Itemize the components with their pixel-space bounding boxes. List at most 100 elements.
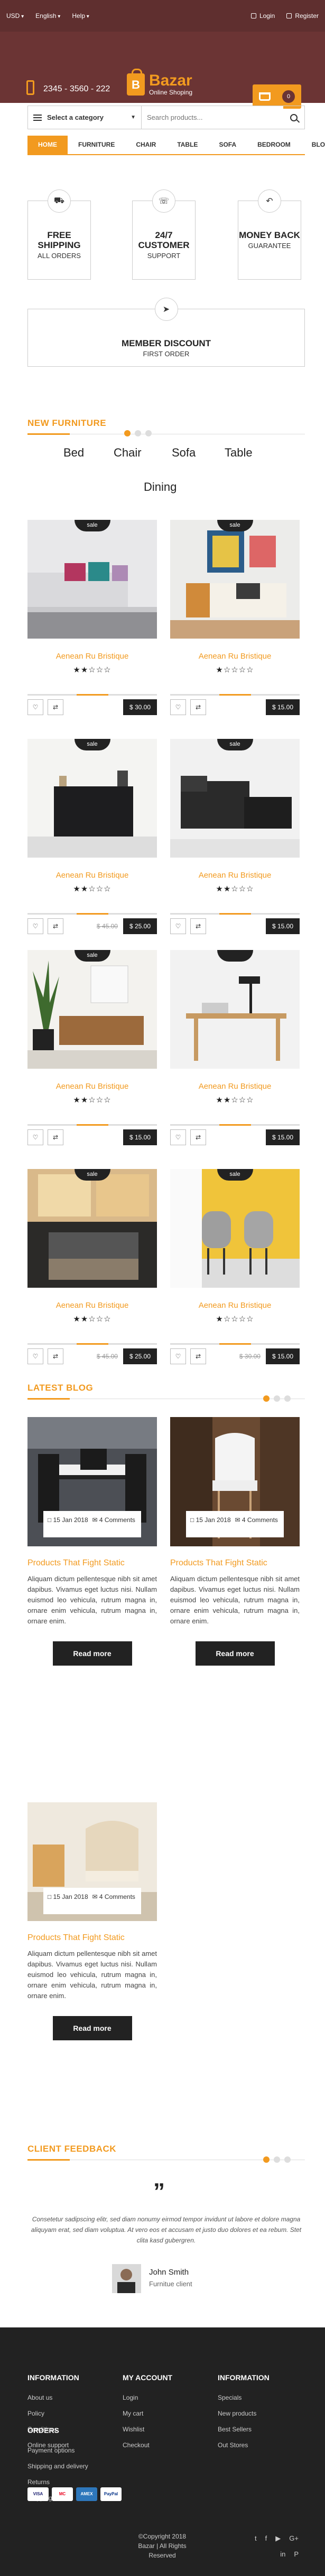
product-card[interactable]: sale Aenean Ru Bristique ★☆☆☆☆ ♡ ⇄ $ 15.… xyxy=(170,520,300,715)
product-price[interactable]: $ 25.00 xyxy=(123,918,157,934)
compare-icon[interactable]: ⇄ xyxy=(190,699,206,715)
product-card[interactable]: sale Aenean Ru Bristique ★★☆☆☆ ♡ ⇄ $ 45.… xyxy=(27,739,157,934)
product-image[interactable]: sale xyxy=(170,1169,300,1288)
read-more-button[interactable]: Read more xyxy=(52,2016,132,2040)
product-name[interactable]: Aenean Ru Bristique xyxy=(170,1082,300,1091)
compare-icon[interactable]: ⇄ xyxy=(48,699,63,715)
product-name[interactable]: Aenean Ru Bristique xyxy=(170,1301,300,1310)
wishlist-heart-icon[interactable]: ♡ xyxy=(170,918,186,934)
wishlist-heart-icon[interactable]: ♡ xyxy=(170,699,186,715)
product-name[interactable]: Aenean Ru Bristique xyxy=(27,1301,157,1310)
footer-link[interactable]: Shipping and delivery xyxy=(27,2458,88,2474)
carousel-dot[interactable] xyxy=(124,430,131,436)
register-link[interactable]: Register xyxy=(286,12,319,20)
blog-comments[interactable]: ✉ 4 Comments xyxy=(235,1516,280,1532)
search-button[interactable] xyxy=(283,113,304,121)
product-name[interactable]: Aenean Ru Bristique xyxy=(27,652,157,661)
pinterest-icon[interactable]: P xyxy=(294,2550,299,2558)
compare-icon[interactable]: ⇄ xyxy=(190,1129,206,1145)
product-image[interactable]: sale xyxy=(27,950,157,1069)
product-price[interactable]: $ 15.00 xyxy=(265,699,300,715)
tab-chair[interactable]: Chair xyxy=(114,446,142,460)
footer-link[interactable]: My cart xyxy=(123,2406,172,2421)
product-name[interactable]: Aenean Ru Bristique xyxy=(170,871,300,880)
linkedin-icon[interactable]: in xyxy=(280,2550,285,2558)
product-card[interactable]: sale Aenean Ru Bristique ★☆☆☆☆ ♡ ⇄ $ 30.… xyxy=(170,1169,300,1364)
nav-sofa[interactable]: SOFA xyxy=(208,136,247,154)
product-image[interactable]: sale xyxy=(170,739,300,858)
footer-link[interactable]: Out Stores xyxy=(218,2437,270,2453)
carousel-dot[interactable] xyxy=(274,1395,280,1402)
read-more-button[interactable]: Read more xyxy=(195,1641,275,1666)
google-plus-icon[interactable]: G+ xyxy=(289,2534,299,2543)
footer-link[interactable]: New products xyxy=(218,2406,270,2421)
carousel-dot[interactable] xyxy=(145,430,152,436)
carousel-dot[interactable] xyxy=(135,430,141,436)
product-image[interactable]: sale xyxy=(27,1169,157,1288)
tab-table[interactable]: Table xyxy=(225,446,253,460)
compare-icon[interactable]: ⇄ xyxy=(48,1348,63,1364)
nav-furniture[interactable]: FURNITURE xyxy=(68,136,125,154)
wishlist-heart-icon[interactable]: ♡ xyxy=(170,1129,186,1145)
product-price[interactable]: $ 30.00 xyxy=(123,699,157,715)
carousel-dot[interactable] xyxy=(263,1395,270,1402)
wishlist-heart-icon[interactable]: ♡ xyxy=(27,1129,43,1145)
read-more-button[interactable]: Read more xyxy=(52,1641,132,1666)
carousel-dot[interactable] xyxy=(274,2156,280,2163)
product-price[interactable]: $ 25.00 xyxy=(123,1348,157,1364)
nav-home[interactable]: HOME xyxy=(27,136,68,154)
footer-link[interactable]: Payment options xyxy=(27,2442,88,2458)
product-image[interactable]: sale xyxy=(170,520,300,639)
blog-title[interactable]: Products That Fight Static xyxy=(170,1558,300,1569)
compare-icon[interactable]: ⇄ xyxy=(48,1129,63,1145)
wishlist-heart-icon[interactable]: ♡ xyxy=(27,918,43,934)
login-link[interactable]: Login xyxy=(250,12,275,20)
carousel-dot[interactable] xyxy=(284,1395,291,1402)
wishlist-heart-icon[interactable]: ♡ xyxy=(27,1348,43,1364)
tab-dining[interactable]: Dining xyxy=(144,480,177,494)
compare-icon[interactable]: ⇄ xyxy=(190,1348,206,1364)
product-name[interactable]: Aenean Ru Bristique xyxy=(27,1082,157,1091)
compare-icon[interactable]: ⇄ xyxy=(48,918,63,934)
currency-select[interactable]: USD xyxy=(6,12,24,20)
youtube-icon[interactable]: ▶ xyxy=(275,2534,281,2543)
blog-image[interactable]: □ 15 Jan 2018 ✉ 4 Comments xyxy=(27,1802,157,1921)
help-menu[interactable]: Help xyxy=(72,12,89,20)
wishlist-heart-icon[interactable]: ♡ xyxy=(27,699,43,715)
product-card[interactable]: sale Aenean Ru Bristique ★★☆☆☆ ♡ ⇄ $ 45.… xyxy=(27,1169,157,1364)
product-price[interactable]: $ 15.00 xyxy=(265,1348,300,1364)
product-card[interactable]: Aenean Ru Bristique ★★☆☆☆ ♡ ⇄ $ 15.00 xyxy=(170,950,300,1145)
search-input[interactable] xyxy=(142,106,283,129)
blog-comments[interactable]: ✉ 4 Comments xyxy=(92,1516,137,1532)
nav-table[interactable]: TABLE xyxy=(166,136,208,154)
product-price[interactable]: $ 15.00 xyxy=(265,918,300,934)
blog-title[interactable]: Products That Fight Static xyxy=(27,1558,157,1569)
tab-bed[interactable]: Bed xyxy=(63,446,84,460)
carousel-dot[interactable] xyxy=(263,2156,270,2163)
category-select[interactable]: Select a category ▼ xyxy=(28,106,142,129)
product-price[interactable]: $ 15.00 xyxy=(265,1129,300,1145)
nav-chair[interactable]: CHAIR xyxy=(125,136,166,154)
product-card[interactable]: sale Aenean Ru Bristique ★★☆☆☆ ♡ ⇄ $ 15.… xyxy=(170,739,300,934)
footer-link[interactable]: Best Sellers xyxy=(218,2421,270,2437)
product-image[interactable] xyxy=(170,950,300,1069)
facebook-icon[interactable]: f xyxy=(265,2534,267,2543)
footer-link[interactable]: About us xyxy=(27,2390,79,2406)
logo[interactable]: B Bazar Online Shoping xyxy=(127,69,192,96)
blog-image[interactable]: □ 15 Jan 2018 ✉ 4 Comments xyxy=(170,1417,300,1546)
tab-sofa[interactable]: Sofa xyxy=(172,446,196,460)
footer-link[interactable]: Policy xyxy=(27,2406,79,2421)
product-card[interactable]: sale Aenean Ru Bristique ★★☆☆☆ ♡ ⇄ $ 30.… xyxy=(27,520,157,715)
footer-link[interactable]: Specials xyxy=(218,2390,270,2406)
footer-link[interactable]: Checkout xyxy=(123,2437,172,2453)
blog-comments[interactable]: ✉ 4 Comments xyxy=(92,1893,137,1909)
nav-bedroom[interactable]: BEDROOM xyxy=(247,136,301,154)
compare-icon[interactable]: ⇄ xyxy=(190,918,206,934)
carousel-dot[interactable] xyxy=(284,2156,291,2163)
product-name[interactable]: Aenean Ru Bristique xyxy=(170,652,300,661)
footer-link[interactable]: Login xyxy=(123,2390,172,2406)
wishlist-heart-icon[interactable]: ♡ xyxy=(170,1348,186,1364)
twitter-icon[interactable]: t xyxy=(255,2534,257,2543)
product-image[interactable]: sale xyxy=(27,520,157,639)
product-image[interactable]: sale xyxy=(27,739,157,858)
